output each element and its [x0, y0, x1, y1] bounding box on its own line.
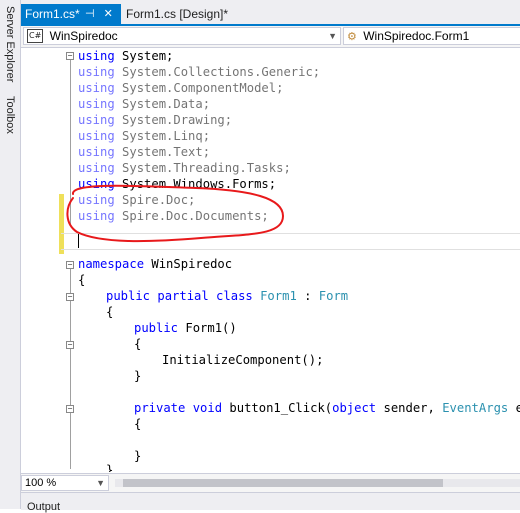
type-name: WinSpiredoc.Form1 — [363, 29, 470, 43]
scrollbar-thumb[interactable] — [123, 479, 443, 487]
pin-icon[interactable]: ⊣ — [85, 8, 95, 20]
code-editor[interactable]: − − − − − using System; using System.Col… — [21, 48, 520, 472]
project-name: WinSpiredoc — [49, 29, 118, 43]
tab-form1-design[interactable]: Form1.cs [Design]* — [122, 4, 252, 24]
zoom-dropdown[interactable]: 100 % ▼ — [21, 475, 109, 491]
chevron-down-icon: ▼ — [328, 31, 337, 41]
tab-form1-cs[interactable]: Form1.cs* ⊣ ✕ — [21, 4, 121, 24]
toolbox-tab[interactable]: Toolbox — [4, 96, 16, 134]
chevron-down-icon: ▼ — [96, 478, 105, 488]
output-panel-tab[interactable]: Output — [21, 492, 520, 513]
document-tab-strip: Form1.cs* ⊣ ✕ Form1.cs [Design]* — [21, 0, 520, 24]
tab-label: Form1.cs* — [25, 7, 80, 21]
side-tool-rail: Server Explorer Toolbox — [0, 0, 21, 509]
red-annotation-ellipse — [66, 184, 285, 243]
server-explorer-tab[interactable]: Server Explorer — [4, 6, 16, 82]
type-dropdown[interactable]: ⚙ WinSpiredoc.Form1 — [343, 27, 520, 45]
output-label: Output — [27, 501, 61, 513]
project-dropdown[interactable]: C# WinSpiredoc ▼ — [23, 27, 341, 45]
navigation-bar: C# WinSpiredoc ▼ ⚙ WinSpiredoc.Form1 — [21, 26, 520, 48]
csharp-project-icon: C# — [27, 29, 44, 43]
zoom-level: 100 % — [25, 477, 57, 489]
tab-label: Form1.cs [Design]* — [126, 7, 229, 21]
horizontal-scrollbar[interactable] — [115, 479, 520, 487]
close-icon[interactable]: ✕ — [104, 8, 113, 20]
editor-status-bar: 100 % ▼ — [21, 473, 520, 492]
class-icon: ⚙ — [347, 31, 357, 43]
